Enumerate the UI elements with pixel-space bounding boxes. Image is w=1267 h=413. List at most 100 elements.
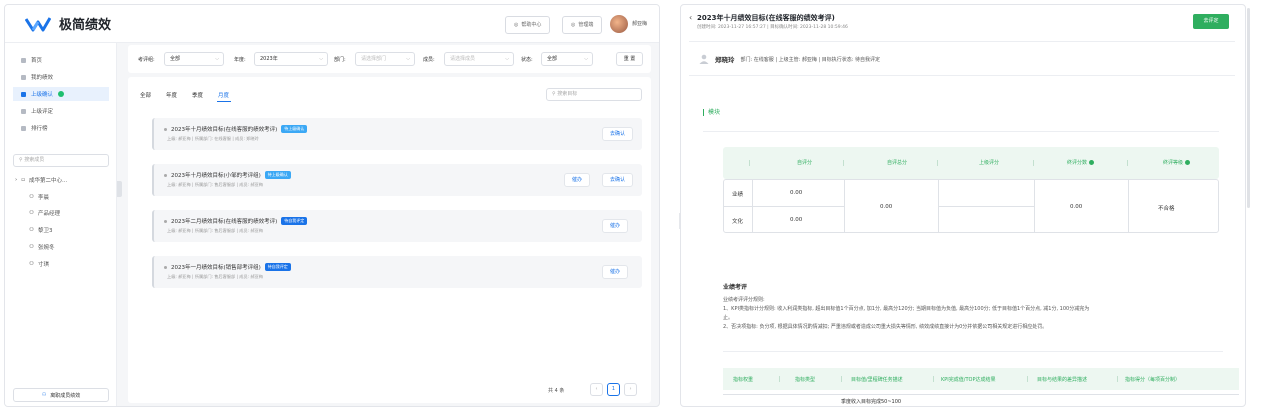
back-icon[interactable]: ‹ [689, 13, 692, 22]
goal-search-input[interactable]: ⚲ 搜索目标 [546, 88, 642, 101]
goal-meta: 上级: 郝亚梅 | 所属部门: 在线客服 | 成员: 郑晓玲 [167, 136, 259, 141]
reset-button[interactable]: 重 置 [616, 52, 643, 66]
section-title: 业绩考评 [723, 284, 748, 291]
help-center-button[interactable]: ◎ 帮助中心 [505, 16, 551, 34]
user-icon: ⚇ [29, 261, 34, 267]
bullet-icon [164, 265, 167, 269]
cycle-select[interactable]: 全部 ⌵ [164, 52, 224, 66]
sidebar-item-my-performance[interactable]: 我的绩效 [13, 70, 109, 84]
chevron-left-icon: ‹ [595, 386, 598, 392]
performance-icon [21, 74, 26, 80]
column-header: 指标得分（每项百分制） [1125, 377, 1181, 383]
info-icon[interactable] [1089, 160, 1095, 165]
year-select[interactable]: 2023年 ⌵ [254, 52, 328, 66]
rule-text: 2、否决项指标: 负分项, 根据具体情况酌情减扣; 严重违规或者造成公司重大损失… [723, 324, 1048, 330]
filter-label: 考评组: [138, 57, 155, 63]
bullet-icon [164, 127, 167, 131]
goal-list: 全部 年度 季度 月度 ⚲ 搜索目标 2023年十月绩效目标(在线客服的绩效考评… [128, 77, 651, 403]
status-select[interactable]: 全部 ⌵ [541, 52, 593, 66]
list-item[interactable]: 2023年二月绩效目标(在线客服的绩效考评) 待自我评定 上级: 郝亚梅 | 所… [152, 210, 642, 242]
goal-meta: 上级: 郝亚梅 | 所属部门: 售后客服部 | 成员: 郝亚梅 [167, 274, 263, 279]
active-tab-indicator [217, 101, 231, 102]
tab-quarter[interactable]: 季度 [192, 91, 203, 99]
self-total-score: 0.00 [880, 204, 893, 210]
goal-meta: 上级: 郝亚梅 | 所属部门: 售后客服部 | 成员: 郝亚梅 [167, 228, 263, 233]
app-logo[interactable]: 极简绩效 [25, 14, 111, 33]
tab-all[interactable]: 全部 [140, 91, 151, 99]
goal-title: 2023年一月绩效目标(销售部考评组) [171, 265, 261, 271]
tab-year[interactable]: 年度 [166, 91, 177, 99]
column-header: 目标与结果的差异描述 [1037, 377, 1088, 383]
tree-member[interactable]: ⚇ 李晨 [29, 193, 49, 201]
tree-root-department[interactable]: › ▫ 成华第二中心... [15, 176, 67, 184]
list-item[interactable]: 2023年一月绩效目标(销售部考评组) 待自我评定 上级: 郝亚梅 | 所属部门… [152, 256, 642, 288]
remind-button[interactable]: 催办 [564, 173, 591, 187]
tree-member[interactable]: ⚇ 张婉冬 [29, 243, 54, 251]
info-icon[interactable] [1185, 160, 1191, 165]
user-icon: ⚇ [29, 194, 34, 200]
department-select[interactable]: 请选择部门 ⌵ [355, 52, 415, 66]
chevron-down-icon: ⌵ [584, 56, 588, 62]
sidebar-item-ranking[interactable]: 排行榜 [13, 121, 109, 135]
column-header: 终评分数 [1067, 159, 1095, 166]
tree-member[interactable]: ⚇ 黎卫3 [29, 226, 52, 234]
scrollbar[interactable] [1247, 8, 1250, 208]
filter-label: 成员: [423, 57, 435, 63]
user-icon: ⚇ [29, 227, 34, 233]
bullet-icon [164, 219, 167, 223]
avatar[interactable] [610, 15, 628, 33]
member-name: 郑晓玲 [715, 56, 735, 64]
prev-page-button[interactable]: ‹ [590, 383, 603, 396]
chevron-down-icon: ⌵ [505, 56, 509, 62]
goal-title: 2023年二月绩效目标(在线客服的绩效考评) [171, 219, 278, 225]
app-name: 极简绩效 [59, 18, 112, 33]
perf-table-body: 季度收入目标完成50~100 [723, 394, 1239, 406]
confirm-button[interactable]: 去确认 [602, 127, 634, 141]
user-icon: ⚇ [29, 210, 34, 216]
sidebar-item-superior-evaluate[interactable]: 上级评定 [13, 104, 109, 118]
next-page-button[interactable]: › [624, 383, 637, 396]
goal-detail-window: ‹ 2023年十月绩效目标(在线客服的绩效考评) 创建时间: 2023-11-2… [680, 4, 1246, 407]
section-title: 模块 [703, 109, 720, 116]
evaluate-button[interactable]: 去评定 [1193, 14, 1229, 29]
divider [689, 41, 1235, 42]
confirm-button[interactable]: 去确认 [602, 173, 634, 187]
list-item[interactable]: 2023年十月绩效目标(在线客服的绩效考评) 待上级确认 上级: 郝亚梅 | 所… [152, 118, 642, 150]
remind-button[interactable]: 催办 [602, 265, 629, 279]
member-details: 部门: 在线客服 | 上级主管: 郝亚梅 | 目标执行状态: 待自我评定 [740, 56, 881, 63]
divider [703, 131, 1219, 132]
sidebar-item-superior-confirm[interactable]: 上级确认 [13, 87, 109, 101]
pagination-total: 共 4 条 [548, 388, 565, 394]
final-grade: 不合格 [1158, 206, 1175, 212]
chevron-right-icon: › [629, 386, 632, 392]
tab-month[interactable]: 月度 [218, 91, 229, 99]
sidebar-collapse-handle[interactable] [117, 181, 122, 197]
score-table-header: 自评分 自评总分 上级评分 终评分数 终评等级 [723, 147, 1219, 179]
status-badge: 待自我评定 [281, 217, 308, 225]
folder-icon: ▫ [21, 177, 25, 183]
list-item[interactable]: 2023年十月绩效目标(小邹的考评组) 待上级确认 上级: 郝亚梅 | 所属部门… [152, 164, 642, 196]
sidebar-item-home[interactable]: 首页 [13, 53, 109, 67]
help-icon: ◎ [514, 22, 519, 28]
rule-text: 1、KPI类指标计分规则: 收入利润类指标, 超出目标值1个百分点, 加1分, … [723, 306, 1090, 312]
bullet-icon [164, 173, 167, 177]
member-select[interactable]: 请选择成员 ⌵ [444, 52, 514, 66]
table-cell: 季度收入目标完成50~100 [841, 399, 902, 405]
star-icon [21, 108, 26, 114]
goal-meta: 上级: 郝亚梅 | 所属部门: 售后客服部 | 成员: 郝亚梅 [167, 182, 263, 187]
chevron-down-icon: ⌵ [319, 56, 323, 62]
tree-member[interactable]: ⚇ 寸琪 [29, 260, 49, 268]
column-header: 自评分 [797, 160, 813, 166]
remind-button[interactable]: 催办 [602, 219, 629, 233]
page-button[interactable]: 1 [607, 383, 620, 396]
column-header: 指标权重 [733, 377, 754, 383]
member-search-input[interactable]: ⚲ 搜索成员 [13, 154, 109, 167]
current-user-name[interactable]: 郝亚梅 [632, 20, 647, 27]
resigned-members-button[interactable]: ⚇ 离职成员绩效 [13, 388, 109, 402]
tree-member[interactable]: ⚇ 产品经理 [29, 209, 60, 217]
chevron-down-icon: ⌵ [215, 56, 219, 62]
admin-button[interactable]: ◎ 管理端 [562, 16, 603, 34]
member-info: 郑晓玲 部门: 在线客服 | 上级主管: 郝亚梅 | 目标执行状态: 待自我评定 [699, 54, 880, 64]
user-icon [699, 54, 709, 64]
filter-label: 状态: [521, 57, 533, 63]
